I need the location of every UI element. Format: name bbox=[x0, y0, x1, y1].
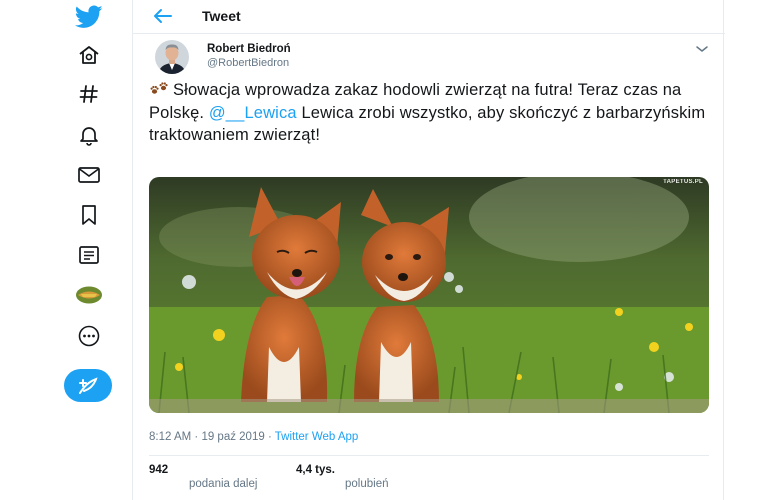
author-handle[interactable]: @RobertBiedron bbox=[207, 57, 289, 69]
tweet-time[interactable]: 8:12 AM bbox=[149, 431, 191, 443]
likes-label[interactable]: polubień bbox=[345, 478, 388, 490]
tweet-source-link[interactable]: Twitter Web App bbox=[275, 431, 359, 443]
photo-watermark: TAPETUS.PL bbox=[663, 179, 703, 185]
lists-icon[interactable] bbox=[60, 238, 118, 272]
tweet-header: Tweet bbox=[133, 0, 725, 34]
stats-divider bbox=[149, 455, 709, 456]
compose-feather-icon bbox=[79, 376, 98, 394]
home-icon[interactable] bbox=[60, 38, 118, 72]
likes-count[interactable]: 4,4 tys. bbox=[296, 464, 335, 476]
twitter-logo-icon[interactable] bbox=[60, 0, 118, 34]
page-title: Tweet bbox=[202, 8, 241, 24]
author-avatar[interactable] bbox=[155, 40, 189, 74]
retweets-label[interactable]: podania dalej bbox=[189, 478, 257, 490]
notifications-bell-icon[interactable] bbox=[60, 118, 118, 152]
mention-link[interactable]: @__Lewica bbox=[209, 104, 297, 122]
bookmarks-icon[interactable] bbox=[60, 198, 118, 232]
tweet-date[interactable]: 19 paź 2019 bbox=[201, 431, 264, 443]
explore-hashtag-icon[interactable] bbox=[60, 77, 118, 111]
messages-envelope-icon[interactable] bbox=[60, 158, 118, 192]
tweet-detail-column: Tweet Robert Biedroń @RobertBiedron Słow… bbox=[132, 0, 725, 500]
retweets-count[interactable]: 942 bbox=[149, 464, 168, 476]
back-arrow-icon[interactable] bbox=[152, 6, 174, 26]
primary-nav bbox=[60, 0, 118, 500]
chevron-down-icon[interactable] bbox=[695, 42, 709, 54]
more-icon[interactable] bbox=[60, 319, 118, 353]
paw-prints-icon bbox=[149, 81, 169, 97]
meta-separator-2: · bbox=[264, 431, 275, 443]
profile-avatar-icon[interactable] bbox=[60, 278, 118, 312]
tweet-text: Słowacja wprowadza zakaz hodowli zwierzą… bbox=[149, 79, 709, 147]
meta-separator: · bbox=[191, 431, 202, 443]
tweet-photo[interactable]: TAPETUS.PL bbox=[149, 177, 709, 413]
tweet-timestamp: 8:12 AM · 19 paź 2019 · Twitter Web App bbox=[149, 431, 358, 443]
author-name[interactable]: Robert Biedroń bbox=[207, 43, 291, 55]
compose-tweet-button[interactable] bbox=[64, 369, 112, 402]
